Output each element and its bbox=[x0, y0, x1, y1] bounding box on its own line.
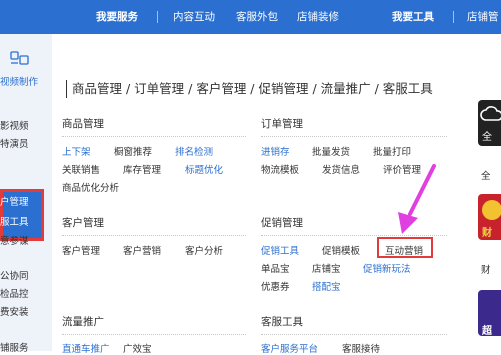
link-batch-print[interactable]: 批量打印 bbox=[373, 144, 411, 158]
nav-outsourcing[interactable]: 客服外包 bbox=[236, 0, 278, 34]
link-batch-ship[interactable]: 批量发货 bbox=[312, 144, 350, 158]
link-customer-analysis[interactable]: 客户分析 bbox=[185, 243, 223, 257]
link-rank-check[interactable]: 排名检测 bbox=[175, 144, 213, 158]
left-sidebar: 视频制作 影视频 特演员 户管理 服工具 意参谋 公协同 检品控 费安装 铺服务 bbox=[0, 34, 53, 354]
tools-content-panel: 商品管理 / 订单管理 / 客户管理 / 促销管理 / 流量推广 / 客服工具 … bbox=[52, 34, 458, 355]
right-ad-panel: 全 全 财 财 超 bbox=[458, 34, 501, 351]
link-effect-boost[interactable]: 广效宝 bbox=[123, 341, 152, 355]
breadcrumb: 商品管理 / 订单管理 / 客户管理 / 促销管理 / 流量推广 / 客服工具 bbox=[72, 81, 433, 96]
video-edit-icon bbox=[10, 51, 29, 65]
link-ship-info[interactable]: 发货信息 bbox=[322, 162, 360, 176]
section-title-goods: 商品管理 bbox=[62, 118, 104, 130]
cloud-icon bbox=[480, 106, 501, 121]
coin-icon bbox=[482, 200, 501, 220]
nav-separator bbox=[157, 11, 158, 23]
link-bundle[interactable]: 搭配宝 bbox=[312, 279, 341, 293]
nav-separator bbox=[453, 11, 454, 23]
link-direct-train[interactable]: 直通车推广 bbox=[62, 341, 110, 355]
nav-tools[interactable]: 我要工具 bbox=[392, 0, 434, 34]
link-shelf[interactable]: 上下架 bbox=[62, 144, 91, 158]
ad-thumbnail-3-label: 超 bbox=[482, 326, 492, 337]
ad-thumbnail-3[interactable]: 超 bbox=[478, 290, 501, 337]
sidebar-item-business-advisor[interactable]: 意参谋 bbox=[0, 233, 29, 247]
nav-services[interactable]: 我要服务 bbox=[96, 0, 138, 34]
annotation-arrow-icon bbox=[398, 164, 436, 234]
ad-thumbnail-1-label: 全 bbox=[482, 132, 492, 143]
ad-thumbnail-1[interactable]: 全 bbox=[478, 100, 501, 146]
nav-content-interaction[interactable]: 内容互动 bbox=[173, 0, 215, 34]
link-customer-manage[interactable]: 客户管理 bbox=[62, 243, 100, 257]
link-cs-platform[interactable]: 客户服务平台 bbox=[261, 341, 318, 355]
link-promo-template[interactable]: 促销模板 bbox=[322, 243, 360, 257]
section-divider bbox=[62, 334, 246, 335]
sidebar-item-customer-management[interactable]: 户管理 bbox=[0, 194, 29, 208]
link-interactive-marketing[interactable]: 互动营销 bbox=[385, 243, 423, 257]
breadcrumb-accent bbox=[66, 80, 67, 98]
link-inventory-sales[interactable]: 进销存 bbox=[261, 144, 290, 158]
ad-caption-2: 财 bbox=[481, 265, 491, 276]
section-divider bbox=[62, 136, 246, 137]
sidebar-item-shop-service[interactable]: 铺服务 bbox=[0, 340, 29, 354]
nav-shop-manage[interactable]: 店铺管 bbox=[467, 0, 499, 34]
link-shop-promo[interactable]: 店铺宝 bbox=[312, 261, 341, 275]
section-title-cs-tools: 客服工具 bbox=[261, 316, 303, 328]
link-new-promo[interactable]: 促销新玩法 bbox=[363, 261, 411, 275]
sidebar-item-quality-check[interactable]: 检品控 bbox=[0, 286, 29, 300]
link-cs-reception[interactable]: 客服接待 bbox=[342, 341, 380, 355]
link-inventory[interactable]: 库存管理 bbox=[123, 162, 161, 176]
link-title-optimize[interactable]: 标题优化 bbox=[185, 162, 223, 176]
section-divider bbox=[62, 235, 246, 236]
section-title-promotion: 促销管理 bbox=[261, 217, 303, 229]
link-window-recommend[interactable]: 橱窗推荐 bbox=[114, 144, 152, 158]
section-divider bbox=[261, 136, 447, 137]
nav-decoration[interactable]: 店铺装修 bbox=[297, 0, 339, 34]
link-related-sales[interactable]: 关联销售 bbox=[62, 162, 100, 176]
sidebar-item-office-collab[interactable]: 公协同 bbox=[0, 268, 29, 282]
sidebar-item-video[interactable]: 视频制作 bbox=[0, 74, 38, 88]
sidebar-item-service-tools[interactable]: 服工具 bbox=[0, 214, 29, 228]
section-title-orders: 订单管理 bbox=[261, 118, 303, 130]
link-promo-tools[interactable]: 促销工具 bbox=[261, 243, 299, 257]
link-single-item[interactable]: 单品宝 bbox=[261, 261, 290, 275]
link-customer-marketing[interactable]: 客户营销 bbox=[123, 243, 161, 257]
ad-thumbnail-2[interactable]: 财 bbox=[478, 194, 501, 240]
sidebar-item-actor[interactable]: 特演员 bbox=[0, 136, 29, 150]
sidebar-item-film[interactable]: 影视频 bbox=[0, 118, 29, 132]
sidebar-item-install[interactable]: 费安装 bbox=[0, 304, 29, 318]
section-divider bbox=[261, 334, 447, 335]
ad-thumbnail-2-label: 财 bbox=[482, 228, 492, 239]
section-title-customers: 客户管理 bbox=[62, 217, 104, 229]
link-logistics-template[interactable]: 物流模板 bbox=[261, 162, 299, 176]
link-goods-analysis[interactable]: 商品优化分析 bbox=[62, 180, 119, 194]
ad-caption-1: 全 bbox=[481, 171, 491, 182]
link-coupon[interactable]: 优惠券 bbox=[261, 279, 290, 293]
section-title-traffic: 流量推广 bbox=[62, 316, 104, 328]
top-navigation-bar: 我要服务 内容互动 客服外包 店铺装修 我要工具 店铺管 bbox=[0, 0, 501, 34]
